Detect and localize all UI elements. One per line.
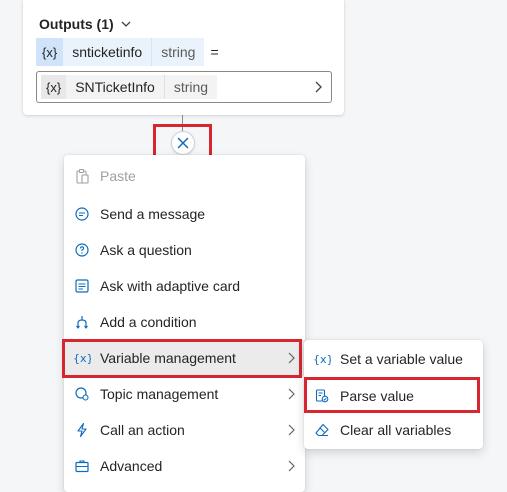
menu-item-label: Add a condition bbox=[100, 314, 197, 330]
menu-item-send-message[interactable]: Send a message bbox=[64, 196, 305, 232]
menu-item-label: Paste bbox=[100, 168, 136, 184]
menu-item-label: Ask a question bbox=[100, 242, 192, 258]
menu-item-label: Ask with adaptive card bbox=[100, 278, 241, 294]
value-name: SNTicketInfo bbox=[66, 75, 164, 99]
menu-item-label: Send a message bbox=[100, 206, 206, 222]
value-type: string bbox=[163, 75, 218, 99]
menu-item-call-action[interactable]: Call an action bbox=[64, 412, 305, 448]
topic-icon bbox=[72, 384, 92, 404]
submenu-item-clear-all-variables[interactable]: Clear all variables bbox=[304, 412, 483, 448]
action-icon bbox=[72, 420, 92, 440]
submenu-item-label: Set a variable value bbox=[340, 351, 463, 367]
value-badge: {x} bbox=[41, 75, 67, 99]
variable-type: string bbox=[151, 38, 205, 66]
variable-badge: {x} bbox=[36, 38, 64, 66]
menu-item-advanced[interactable]: Advanced bbox=[64, 448, 305, 484]
message-icon bbox=[72, 204, 92, 224]
add-node-menu: Paste Send a message Ask a question Ask … bbox=[64, 155, 305, 492]
menu-item-label: Topic management bbox=[100, 386, 219, 402]
advanced-icon bbox=[72, 456, 92, 476]
highlight-variable-management bbox=[62, 339, 302, 378]
output-variable-row[interactable]: {x} snticketinfo string = bbox=[36, 38, 219, 66]
value-selector[interactable]: {x} SNTicketInfo string bbox=[36, 71, 332, 103]
variable-name: snticketinfo bbox=[63, 38, 152, 66]
chevron-right-icon bbox=[288, 424, 295, 436]
menu-item-ask-question[interactable]: Ask a question bbox=[64, 232, 305, 268]
condition-icon bbox=[72, 312, 92, 332]
outputs-title: Outputs (1) bbox=[39, 16, 114, 32]
paste-icon bbox=[72, 166, 92, 186]
menu-item-add-condition[interactable]: Add a condition bbox=[64, 304, 305, 340]
submenu-item-label: Clear all variables bbox=[340, 422, 452, 438]
equals-sign: = bbox=[210, 44, 219, 60]
highlight-parse-value bbox=[304, 377, 480, 413]
chevron-right-icon[interactable] bbox=[313, 81, 323, 93]
menu-item-label: Call an action bbox=[100, 422, 185, 438]
chevron-right-icon bbox=[288, 388, 295, 400]
chevron-down-icon bbox=[121, 21, 131, 27]
outputs-header[interactable]: Outputs (1) bbox=[39, 15, 132, 33]
menu-item-topic-management[interactable]: Topic management bbox=[64, 376, 305, 412]
set-variable-icon: {x} bbox=[312, 349, 332, 369]
menu-item-ask-adaptive-card[interactable]: Ask with adaptive card bbox=[64, 268, 305, 304]
outputs-card: Outputs (1) {x} snticketinfo string = {x… bbox=[23, 0, 344, 115]
eraser-icon bbox=[312, 420, 332, 440]
chevron-right-icon bbox=[288, 460, 295, 472]
menu-item-paste[interactable]: Paste bbox=[64, 158, 305, 194]
adaptive-card-icon bbox=[72, 276, 92, 296]
submenu-item-set-variable-value[interactable]: {x} Set a variable value bbox=[304, 341, 483, 377]
svg-text:{x}: {x} bbox=[313, 353, 331, 366]
question-icon bbox=[72, 240, 92, 260]
menu-item-label: Advanced bbox=[100, 458, 163, 474]
